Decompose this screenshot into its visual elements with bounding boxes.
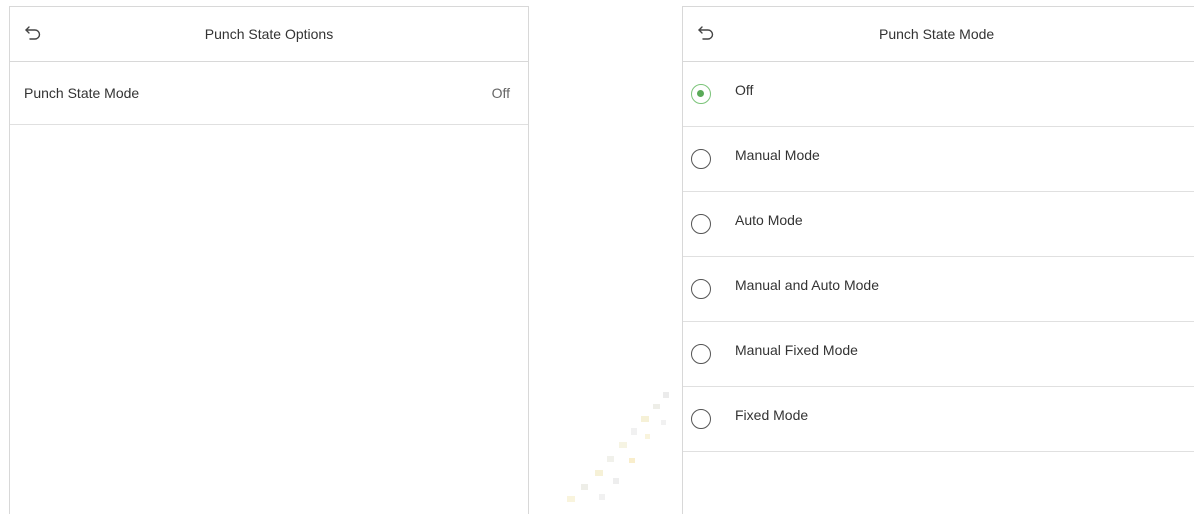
title-bar: Punch State Mode <box>683 7 1194 62</box>
option-label: Manual Mode <box>735 147 820 163</box>
back-arrow-icon <box>698 26 714 40</box>
radio-unselected-icon[interactable] <box>691 344 711 364</box>
option-manual-mode[interactable]: Manual Mode <box>683 127 1194 192</box>
back-arrow-icon <box>25 26 41 40</box>
back-button[interactable] <box>689 16 723 50</box>
back-button[interactable] <box>16 16 50 50</box>
setting-value: Off <box>491 85 510 101</box>
radio-unselected-icon[interactable] <box>691 214 711 234</box>
punch-state-mode-row[interactable]: Punch State Mode Off <box>10 62 528 125</box>
punch-state-mode-screen: Punch State Mode Off Manual Mode Auto Mo… <box>682 6 1194 514</box>
watermark-logo <box>567 392 669 502</box>
option-label: Off <box>735 82 754 98</box>
title-bar: Punch State Options <box>10 7 528 62</box>
option-manual-fixed-mode[interactable]: Manual Fixed Mode <box>683 322 1194 387</box>
radio-selected-icon[interactable] <box>691 84 711 104</box>
radio-unselected-icon[interactable] <box>691 409 711 429</box>
option-auto-mode[interactable]: Auto Mode <box>683 192 1194 257</box>
option-label: Manual Fixed Mode <box>735 342 858 358</box>
punch-state-options-screen: Punch State Options Punch State Mode Off <box>9 6 529 514</box>
option-label: Manual and Auto Mode <box>735 277 879 293</box>
option-label: Auto Mode <box>735 212 803 228</box>
radio-unselected-icon[interactable] <box>691 279 711 299</box>
mode-options-list: Off Manual Mode Auto Mode Manual and Aut… <box>683 62 1194 452</box>
option-off[interactable]: Off <box>683 62 1194 127</box>
page-title: Punch State Mode <box>879 26 995 42</box>
setting-label: Punch State Mode <box>24 85 140 101</box>
page-title: Punch State Options <box>204 26 334 42</box>
option-fixed-mode[interactable]: Fixed Mode <box>683 387 1194 452</box>
option-manual-and-auto-mode[interactable]: Manual and Auto Mode <box>683 257 1194 322</box>
radio-unselected-icon[interactable] <box>691 149 711 169</box>
option-label: Fixed Mode <box>735 407 809 423</box>
